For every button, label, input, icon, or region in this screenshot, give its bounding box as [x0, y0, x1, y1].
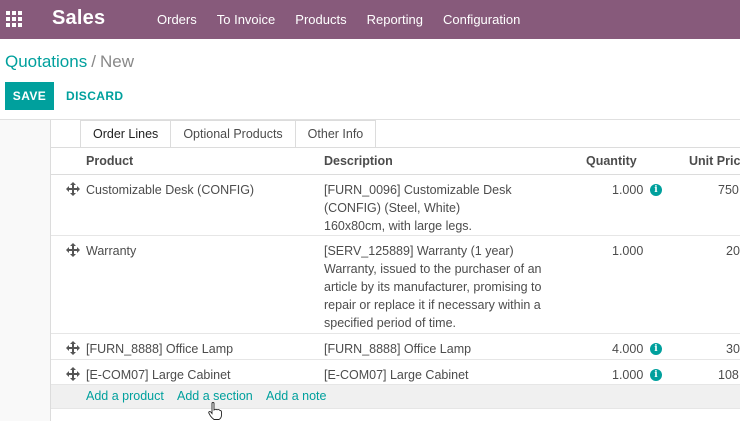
description-line: Warranty, issued to the purchaser of an [324, 262, 542, 276]
menu-item-orders[interactable]: Orders [147, 0, 207, 39]
add-line-row: Add a product Add a section Add a note [51, 385, 740, 409]
menu-item-reporting[interactable]: Reporting [357, 0, 433, 39]
breadcrumb: Quotations / New [5, 52, 134, 72]
breadcrumb-quotations[interactable]: Quotations [5, 52, 87, 71]
description-cell[interactable]: [FURN_8888] Office Lamp [324, 340, 471, 358]
description-cell[interactable]: [FURN_0096] Customizable Desk (CONFIG) (… [324, 181, 554, 235]
tab-order-lines[interactable]: Order Lines [80, 120, 172, 148]
menu-item-configuration[interactable]: Configuration [433, 0, 530, 39]
unit-price-cell[interactable]: 750. [718, 181, 740, 199]
quantity-cell[interactable]: 1.000 [612, 181, 643, 199]
description-line: article by its manufacturer, promising t… [324, 280, 542, 294]
add-section-link[interactable]: Add a section [177, 389, 253, 403]
product-cell[interactable]: [E-COM07] Large Cabinet [86, 366, 231, 384]
drag-handle-icon[interactable] [66, 182, 80, 196]
quantity-cell[interactable]: 1.000 [612, 242, 643, 260]
table-row[interactable]: Customizable Desk (CONFIG) [FURN_0096] C… [51, 175, 740, 236]
quantity-cell[interactable]: 4.000 [612, 340, 643, 358]
save-button[interactable]: SAVE [5, 82, 54, 110]
menu-item-products[interactable]: Products [285, 0, 356, 39]
table-row[interactable]: Warranty [SERV_125889] Warranty (1 year)… [51, 236, 740, 334]
product-cell[interactable]: Customizable Desk (CONFIG) [86, 181, 254, 199]
unit-price-cell[interactable]: 108. [718, 366, 740, 384]
info-icon[interactable]: i [650, 369, 662, 381]
description-line: [SERV_125889] Warranty (1 year) [324, 244, 514, 258]
table-row[interactable]: [FURN_8888] Office Lamp [FURN_8888] Offi… [51, 334, 740, 360]
menu-item-to-invoice[interactable]: To Invoice [207, 0, 286, 39]
order-lines-header: Product Description Quantity Unit Price [51, 148, 740, 175]
hand-pointer-icon [208, 402, 222, 420]
drag-handle-icon[interactable] [66, 341, 80, 355]
column-header-unit-price[interactable]: Unit Price [689, 154, 740, 168]
top-navbar: Sales Orders To Invoice Products Reporti… [0, 0, 740, 39]
column-header-description[interactable]: Description [324, 154, 393, 168]
description-cell[interactable]: [E-COM07] Large Cabinet [324, 366, 469, 384]
breadcrumb-separator: / [91, 52, 96, 71]
description-line: 160x80cm, with large legs. [324, 219, 472, 233]
discard-button[interactable]: DISCARD [62, 82, 127, 110]
add-note-link[interactable]: Add a note [266, 389, 326, 403]
tab-optional-products[interactable]: Optional Products [171, 120, 296, 148]
breadcrumb-current: New [99, 52, 134, 71]
unit-price-cell[interactable]: 30. [726, 340, 740, 358]
product-cell[interactable]: Warranty [86, 242, 136, 260]
notebook-tabs: Order Lines Optional Products Other Info [80, 120, 377, 148]
drag-handle-icon[interactable] [66, 243, 80, 257]
table-row[interactable]: [E-COM07] Large Cabinet [E-COM07] Large … [51, 360, 740, 385]
product-cell[interactable]: [FURN_8888] Office Lamp [86, 340, 233, 358]
description-line: (CONFIG) (Steel, White) [324, 201, 461, 215]
quantity-cell[interactable]: 1.000 [612, 366, 643, 384]
unit-price-cell[interactable]: 20. [726, 242, 740, 260]
description-line: [FURN_0096] Customizable Desk [324, 183, 512, 197]
info-icon[interactable]: i [650, 343, 662, 355]
sheet-margin [0, 120, 50, 421]
description-line: specified period of time. [324, 316, 457, 330]
description-cell[interactable]: [SERV_125889] Warranty (1 year) Warranty… [324, 242, 559, 332]
add-product-link[interactable]: Add a product [86, 389, 164, 403]
tab-other-info[interactable]: Other Info [295, 120, 377, 148]
drag-handle-icon[interactable] [66, 367, 80, 381]
apps-grid-icon[interactable] [5, 10, 23, 28]
column-header-product[interactable]: Product [86, 154, 133, 168]
info-icon[interactable]: i [650, 184, 662, 196]
app-brand[interactable]: Sales [52, 7, 105, 30]
column-header-quantity[interactable]: Quantity [586, 154, 637, 168]
description-line: repair or replace it if necessary within… [324, 298, 541, 312]
main-menu: Orders To Invoice Products Reporting Con… [147, 0, 530, 39]
